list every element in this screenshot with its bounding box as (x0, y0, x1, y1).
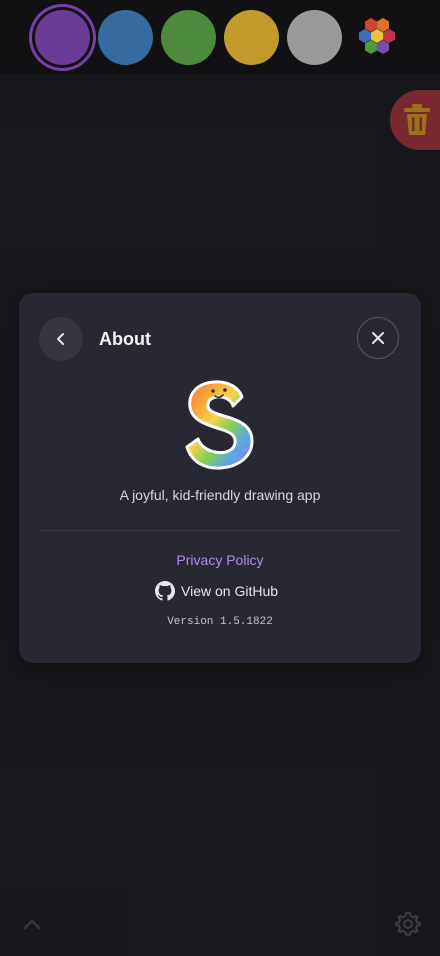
hexagon-palette-icon[interactable] (354, 14, 400, 60)
privacy-policy-link[interactable]: Privacy Policy (19, 552, 421, 568)
github-label: View on GitHub (181, 583, 279, 599)
swatch-purple[interactable] (35, 10, 90, 65)
chevron-left-icon (57, 333, 64, 345)
close-icon (372, 332, 384, 344)
gear-icon[interactable] (394, 910, 422, 938)
divider (39, 530, 401, 531)
github-link[interactable]: View on GitHub (155, 580, 278, 602)
rainbow-s-logo (185, 380, 254, 470)
swatch-blue[interactable] (98, 10, 153, 65)
swatch-yellow[interactable] (224, 10, 279, 65)
close-button[interactable] (357, 317, 399, 359)
version-text: Version 1.5.1822 (167, 616, 273, 628)
dialog-title: About (99, 329, 151, 349)
swatch-green[interactable] (161, 10, 216, 65)
swatch-gray[interactable] (287, 10, 342, 65)
about-dialog: About A joyful, kid-friendly drawing app… (19, 293, 421, 663)
color-toolbar (0, 0, 440, 74)
back-button[interactable] (39, 317, 83, 361)
chevron-up-icon[interactable] (22, 916, 42, 932)
app-tagline: A joyful, kid-friendly drawing app (119, 487, 321, 503)
github-icon (155, 581, 175, 601)
